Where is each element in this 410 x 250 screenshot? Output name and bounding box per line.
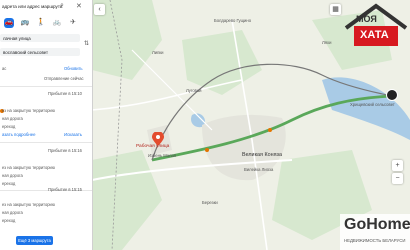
- origin-value: лачная улица: [3, 35, 31, 41]
- walk-mode-icon[interactable]: 🚶: [36, 18, 46, 28]
- swap-icon[interactable]: ⇅: [84, 40, 89, 47]
- zoom-out-button[interactable]: −: [392, 173, 403, 184]
- directions-panel: адрета или адрес маршрута ⌕ ✕ 🚗 🚌 🚶 🚲 ✈ …: [0, 0, 93, 250]
- logo-text: ХАТА: [360, 29, 389, 41]
- route-line: ная дорога: [2, 210, 23, 215]
- route-arrival: Прибытие в 15:15: [48, 187, 82, 192]
- destination-field[interactable]: вославский сельсовет: [0, 48, 80, 56]
- layers-icon[interactable]: ▦: [330, 4, 341, 15]
- map-label: Липки: [152, 50, 164, 55]
- destination-marker-icon[interactable]: [386, 89, 398, 101]
- map-label: Вилейка Лиоза: [244, 167, 274, 172]
- divider: [0, 142, 92, 143]
- map-label: Луговой: [186, 88, 202, 93]
- travel-mode-bar: 🚗 🚌 🚶 🚲 ✈: [0, 18, 92, 28]
- route-line: ез на закрытую территорию: [2, 202, 55, 207]
- gohome-logo: GoHome НЕДВИЖИМОСТЬ БЕЛАРУСИ: [340, 214, 410, 250]
- route-line: ереход: [2, 124, 16, 129]
- logo-text: GoHome: [344, 216, 410, 233]
- poi-icon: [205, 148, 209, 152]
- bike-mode-icon[interactable]: 🚲: [52, 18, 62, 28]
- map-label: Избень Малая: [148, 153, 177, 158]
- logo-subtitle: НЕДВИЖИМОСТЬ БЕЛАРУСИ: [344, 238, 406, 243]
- search-placeholder[interactable]: адрета или адрес маршрута: [2, 4, 62, 9]
- route-line: ная дорога: [2, 116, 23, 121]
- close-icon[interactable]: ✕: [76, 2, 82, 10]
- route-line: ез на закрытую территорию: [2, 108, 55, 113]
- more-routes-button[interactable]: Ещё 3 маршрута: [16, 236, 53, 245]
- route-line: ез на закрытую территорию: [2, 165, 55, 170]
- route-line: ереход: [2, 218, 16, 223]
- map-label: Рабочая улица: [136, 144, 170, 149]
- map-label: Болдарево Гущино: [214, 18, 252, 23]
- map-label: Хрищевский сельсовет: [350, 102, 395, 107]
- route-line: ная дорога: [2, 173, 23, 178]
- details-link[interactable]: азать подробнее: [2, 132, 36, 137]
- destination-value: вославский сельсовет: [3, 49, 49, 55]
- plane-mode-icon[interactable]: ✈: [68, 18, 78, 28]
- time-option[interactable]: ас: [2, 66, 6, 71]
- depart-label[interactable]: Отправление сейчас: [44, 76, 84, 81]
- map-label: Березки: [202, 200, 218, 205]
- map-label: Ляхи: [322, 40, 332, 45]
- logo-text: МОЯ: [356, 14, 377, 24]
- transit-mode-icon[interactable]: 🚌: [20, 18, 30, 28]
- poi-icon: [268, 128, 272, 132]
- route-line: ереход: [2, 181, 16, 186]
- search-icon[interactable]: ⌕: [60, 2, 64, 10]
- route-arrival: Прибытие в 15:10: [48, 91, 82, 96]
- origin-field[interactable]: лачная улица: [0, 34, 80, 42]
- map-label: Великая Коняза: [242, 152, 282, 158]
- moya-hata-logo: МОЯ ХАТА: [342, 0, 410, 48]
- alt-link[interactable]: Исказать: [64, 132, 82, 137]
- route-arrival: Прибытие в 15:16: [48, 148, 82, 153]
- collapse-panel-icon[interactable]: ‹: [94, 4, 105, 15]
- car-mode-icon[interactable]: 🚗: [4, 18, 14, 28]
- reset-button[interactable]: Обновить: [64, 66, 83, 71]
- divider: [0, 86, 92, 87]
- zoom-in-button[interactable]: +: [392, 160, 403, 171]
